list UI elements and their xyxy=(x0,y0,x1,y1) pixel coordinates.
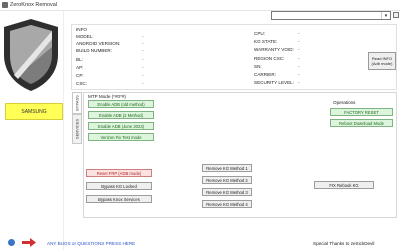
info-cpu: CPU: - xyxy=(254,31,300,36)
device-info-panel: INFO MODEL: - ANDROID VERSION: - BUILD NUM… xyxy=(71,24,397,90)
mtp-section-label: MTP Mode (*#0*#) xyxy=(88,94,126,99)
shield-logo-icon xyxy=(2,17,60,93)
vertical-tab-strip: BYPASS SERVICES xyxy=(72,92,83,218)
sidebar: SAMSUNG xyxy=(0,11,64,250)
remove-kg-method-2-button[interactable]: Remove KG Method 2 xyxy=(202,176,252,184)
info-build-number: BUILD NUMBER: - xyxy=(76,48,144,53)
info-icon[interactable] xyxy=(8,239,15,246)
info-ap: AP: - xyxy=(76,65,144,70)
info-bl: BL: - xyxy=(76,57,144,62)
device-selector[interactable]: ▾ xyxy=(271,11,391,20)
factory-reset-button[interactable]: FACTORY RESET xyxy=(330,108,393,116)
bypass-knox-services-button[interactable]: Bypass Knox Services xyxy=(86,195,152,203)
brand-samsung-button[interactable]: SAMSUNG xyxy=(5,103,63,120)
chevron-down-icon[interactable]: ▾ xyxy=(381,12,390,19)
info-sn: SN: - xyxy=(254,64,300,69)
credits-text: Special Thanks to zeSickDevil xyxy=(313,241,375,246)
remove-kg-method-4-button[interactable]: Remove KG Method 4 xyxy=(202,200,252,208)
fix-rebook-kg-button[interactable]: FIX Rebook KG xyxy=(314,181,374,189)
operations-label: Operations xyxy=(333,100,356,105)
app-icon xyxy=(2,2,8,8)
window-title: ZeroKnox Removal xyxy=(10,2,58,8)
info-carrier: CARRIER: - xyxy=(254,72,300,77)
arrow-right-icon xyxy=(22,238,36,247)
enable-adb-old-button[interactable]: Enable ADB (old method) xyxy=(88,100,154,108)
verizon-fix-button[interactable]: Verizon Fix Test mode xyxy=(88,133,154,141)
bypass-kg-locked-button[interactable]: Bypass KG Locked xyxy=(86,182,152,190)
bypass-panel: MTP Mode (*#0*#) Enable ADB (old method)… xyxy=(83,92,397,218)
remove-kg-method-3-button[interactable]: Remove KG Method 3 xyxy=(202,188,252,196)
title-bar: ZeroKnox Removal xyxy=(0,0,400,11)
info-security-level: SECURITY LEVEL: - xyxy=(254,80,300,85)
window-icon[interactable] xyxy=(393,12,399,18)
read-info-line2: (Adb mode) xyxy=(371,61,393,66)
remove-kg-method-1-button[interactable]: Remove KG Method 1 xyxy=(202,164,252,172)
read-info-button[interactable]: Read INFO (Adb mode) xyxy=(368,52,396,70)
tab-bypass[interactable]: BYPASS xyxy=(72,92,82,114)
info-warranty-void: WARRANTY VOID: - xyxy=(254,47,300,52)
info-cp: CP: - xyxy=(76,73,144,78)
reboot-download-button[interactable]: Reboot Download Mode xyxy=(330,119,393,127)
info-region-csc: REGION CSC: - xyxy=(254,56,300,61)
info-kg-state: KG STATE: - xyxy=(254,39,300,44)
enable-adb-june-button[interactable]: Enable ADB (June 2023) xyxy=(88,122,154,130)
bug-report-link[interactable]: ANY BUGS or QUESTIONS PRESS HERE xyxy=(47,241,135,246)
reset-frp-button[interactable]: Reset FRP (ADB mode) xyxy=(86,169,152,177)
info-csc: CSC: - xyxy=(76,81,144,86)
tab-services[interactable]: SERVICES xyxy=(72,114,82,144)
info-model: MODEL: - xyxy=(76,34,144,39)
info-header: INFO xyxy=(76,27,87,32)
enable-adb-2-button[interactable]: Enable ADB (2 Method) xyxy=(88,111,154,119)
info-android-version: ANDROID VERSION: - xyxy=(76,41,144,46)
